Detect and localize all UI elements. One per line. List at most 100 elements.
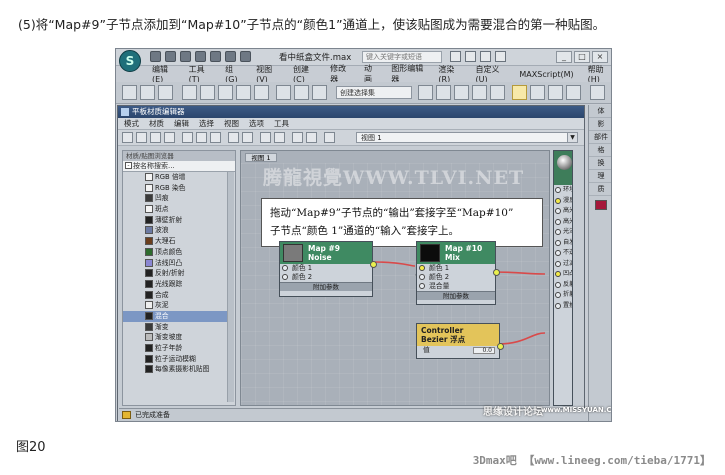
node-map9-footer[interactable]: 附加参数 — [280, 282, 372, 291]
link-tool-icon[interactable] — [140, 85, 155, 100]
menu-tools[interactable]: 工具(T) — [189, 64, 212, 84]
color-swatch[interactable] — [595, 200, 607, 210]
controller-value-field[interactable]: 0.0 — [473, 347, 495, 354]
input-socket-icon[interactable] — [555, 302, 561, 309]
slate-menu-select[interactable]: 选择 — [199, 118, 214, 129]
map-list-item[interactable]: RGB 染色 — [123, 183, 229, 194]
node-controller-header[interactable]: Controller Bezier 浮点 — [417, 324, 499, 346]
app-logo-icon[interactable]: S — [119, 50, 141, 72]
selection-set-dropdown[interactable]: 创建选择集 — [336, 86, 412, 99]
render-icon[interactable] — [566, 85, 581, 100]
menu-create[interactable]: 创建(C) — [293, 64, 316, 84]
input-socket-icon[interactable] — [555, 271, 561, 277]
material-slot[interactable]: 漫反射颜色 — [554, 196, 572, 207]
menu-customize[interactable]: 自定义(U) — [475, 64, 505, 84]
curve-editor-icon[interactable] — [490, 85, 505, 100]
input-socket-icon[interactable] — [555, 208, 561, 214]
input-socket-icon[interactable] — [555, 281, 561, 288]
percent-snap-icon[interactable] — [312, 85, 327, 100]
material-slot[interactable]: 置换 — [554, 301, 572, 312]
node-map10-slot[interactable]: 颜色 1 — [417, 264, 495, 273]
input-socket-icon[interactable] — [555, 250, 561, 256]
node-map10-header[interactable]: Map #10 Mix — [417, 242, 495, 264]
menu-views[interactable]: 视图(V) — [256, 64, 279, 84]
browser-scrollbar[interactable] — [227, 172, 234, 402]
node-controller[interactable]: Controller Bezier 浮点 值 0.0 — [416, 323, 504, 359]
show-map-icon[interactable] — [228, 132, 239, 143]
panel-item[interactable]: 影 — [589, 118, 611, 131]
mirror-icon[interactable] — [418, 85, 433, 100]
map-list-item[interactable]: 顶点颜色 — [123, 247, 229, 258]
select-by-name-icon[interactable] — [200, 85, 215, 100]
rotate-tool-icon[interactable] — [236, 85, 251, 100]
map-list-item[interactable]: 凹痕 — [123, 193, 229, 204]
render-setup-icon[interactable] — [530, 85, 545, 100]
map-list-item[interactable]: RGB 倍增 — [123, 172, 229, 183]
slate-menu-options[interactable]: 选项 — [249, 118, 264, 129]
close-button[interactable]: × — [592, 51, 608, 63]
snap-toggle-icon[interactable] — [276, 85, 291, 100]
input-socket-icon[interactable] — [282, 265, 288, 271]
move-children-icon[interactable] — [196, 132, 207, 143]
show-background-icon[interactable] — [242, 132, 253, 143]
new-file-icon[interactable] — [150, 51, 161, 62]
select-object-icon[interactable] — [182, 85, 197, 100]
material-node-header[interactable] — [554, 151, 572, 185]
map-list-item[interactable]: 每像素摄影机贴图 — [123, 364, 229, 375]
assign-material-icon[interactable] — [164, 132, 175, 143]
map-list-item[interactable]: 反射/折射 — [123, 268, 229, 279]
map-list-item[interactable]: 大理石 — [123, 236, 229, 247]
node-grid[interactable]: 腾龍視覺WWW.TLVI.NET 拖动“Map#9”子节点的“输出”套接字至“M… — [241, 163, 549, 405]
panel-item[interactable]: 换 — [589, 157, 611, 170]
unlink-tool-icon[interactable] — [158, 85, 173, 100]
node-map10-footer[interactable]: 附加参数 — [417, 291, 495, 300]
map-list-item[interactable]: 粒子运动模糊 — [123, 354, 229, 365]
node-map9[interactable]: Map #9 Noise 颜色 1 颜色 2 附加参数 — [279, 241, 377, 297]
map-list-item[interactable]: 法线凹凸 — [123, 258, 229, 269]
input-socket-icon[interactable] — [555, 239, 561, 246]
panel-item[interactable]: 理 — [589, 170, 611, 183]
angle-snap-icon[interactable] — [294, 85, 309, 100]
node-map10[interactable]: Map #10 Mix 颜色 1 颜色 2 混合量 附加参数 — [416, 241, 500, 305]
render-frame-icon[interactable] — [548, 85, 563, 100]
material-slot[interactable]: 环境光颜色 — [554, 185, 572, 196]
input-socket-icon[interactable] — [555, 187, 561, 193]
node-map9-slot[interactable]: 颜色 1 — [280, 264, 372, 273]
graphite-icon[interactable] — [472, 85, 487, 100]
node-view[interactable]: 视图 1 腾龍視覺WWW.TLVI.NET 拖动“Map#9”子节点的“输出”套… — [240, 150, 550, 406]
node-map9-header[interactable]: Map #9 Noise — [280, 242, 372, 264]
slate-menu-material[interactable]: 材质 — [149, 118, 164, 129]
menu-maxscript[interactable]: MAXScript(M) — [519, 70, 573, 79]
layer-manager-icon[interactable] — [454, 85, 469, 100]
communication-icon[interactable] — [465, 51, 476, 62]
map-list-item[interactable]: 斑点 — [123, 204, 229, 215]
map-list-item[interactable]: 混合 — [123, 310, 229, 322]
put-material-icon[interactable] — [150, 132, 161, 143]
input-socket-icon[interactable] — [555, 218, 561, 225]
material-slot[interactable]: 反射 — [554, 280, 572, 291]
open-file-icon[interactable] — [165, 51, 176, 62]
slate-menu-utilities[interactable]: 工具 — [274, 118, 289, 129]
input-socket-icon[interactable] — [555, 292, 561, 298]
teapot-icon[interactable] — [590, 85, 605, 100]
input-socket-icon[interactable] — [419, 265, 425, 271]
material-slot[interactable]: 过滤色 — [554, 259, 572, 270]
input-socket-icon[interactable] — [419, 274, 425, 280]
node-controller-output-socket-icon[interactable] — [497, 343, 504, 350]
help-icon[interactable] — [495, 51, 506, 62]
slate-menu-edit[interactable]: 编辑 — [174, 118, 189, 129]
hold-icon[interactable] — [225, 51, 236, 62]
node-map9-output-socket-icon[interactable] — [370, 261, 377, 268]
node-map10-slot[interactable]: 颜色 2 — [417, 273, 495, 282]
slate-menu-modes[interactable]: 模式 — [124, 118, 139, 129]
menu-edit[interactable]: 编辑(E) — [152, 64, 175, 84]
delete-selected-icon[interactable] — [182, 132, 193, 143]
map-list-item[interactable]: 光线跟踪 — [123, 279, 229, 290]
slate-menu-view[interactable]: 视图 — [224, 118, 239, 129]
material-slot[interactable]: 高光级别 — [554, 217, 572, 228]
material-slot[interactable]: 光泽度 — [554, 227, 572, 238]
undo-tool-icon[interactable] — [122, 85, 137, 100]
panel-item[interactable]: 体 — [589, 105, 611, 118]
tab-view-1[interactable]: 视图 1 — [245, 153, 277, 162]
menu-help[interactable]: 帮助(H) — [588, 64, 611, 84]
